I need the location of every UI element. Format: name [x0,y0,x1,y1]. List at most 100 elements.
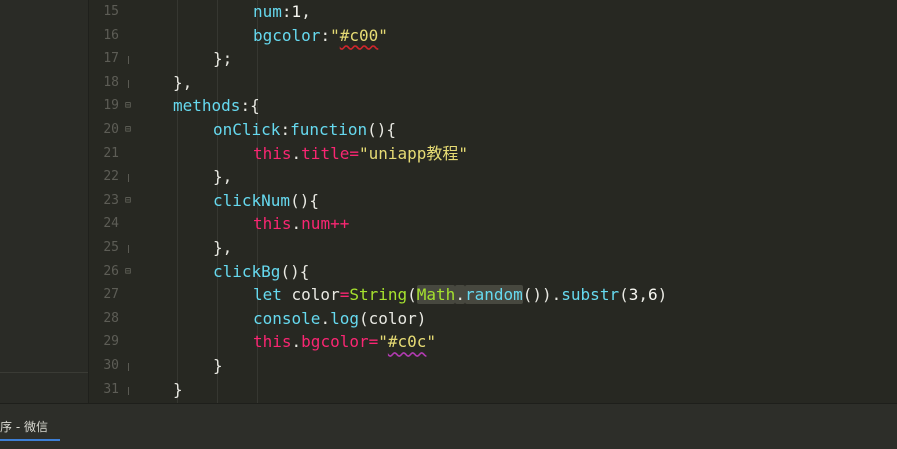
code-line[interactable]: 19 ⊟ methods:{ [89,94,897,118]
code-token: . [291,332,302,352]
code-text: methods:{ [173,94,260,118]
line-number: 21 [103,145,119,161]
code-line[interactable]: 20 ⊟ onClick:function(){ [89,118,897,142]
taskbar: 序 - 微信 [0,403,897,449]
code-line[interactable]: 25}, [89,236,897,260]
fold-end-marker [128,245,129,253]
code-token: , [638,285,648,305]
code-line[interactable]: 17}; [89,47,897,71]
code-token: } [173,379,183,399]
line-number: 23 [103,192,119,208]
code-token: }; [213,49,233,69]
code-token: let [253,285,292,305]
line-number: 31 [103,381,119,397]
code-token: ). [542,285,562,305]
code-editor[interactable]: 15 num:1, 16 bgcolor:"#c00" 17}; 18}, 19 ⊟ metho… [89,0,897,403]
line-number: 18 [103,74,119,90]
code-text: }; [213,47,232,71]
line-number: 28 [103,310,119,326]
line-number: 30 [103,358,119,373]
code-line[interactable]: 21 this.title="uniapp教程" [89,142,897,166]
line-number: 22 [103,169,119,185]
code-text: bgcolor:"#c00" [253,24,388,48]
code-line[interactable]: 15 num:1, [89,0,897,24]
code-line[interactable]: 26 ⊟ clickBg(){ [89,260,897,284]
fold-toggle-icon[interactable]: ⊟ [123,118,133,142]
code-token: 6 [648,285,658,305]
code-token: this [253,332,292,352]
code-token: 1 [291,2,302,21]
code-text: } [213,354,223,378]
code-line[interactable]: 27 let color=String(Math.random()).substr… [89,283,897,307]
code-token: }, [213,167,233,187]
code-token: Math [416,285,456,305]
line-number: 25 [103,240,119,255]
code-line[interactable]: 16 bgcolor:"#c00" [89,24,897,48]
code-text: }, [173,71,192,95]
code-token: bgcolor [253,25,321,45]
code-line[interactable]: 22}, [89,165,897,189]
line-number: 16 [103,27,119,43]
code-token: (){ [290,190,319,210]
project-sidebar[interactable] [0,0,89,403]
code-token: num [301,214,331,234]
fold-toggle-icon[interactable]: ⊟ [123,94,133,118]
line-number: 27 [103,287,119,303]
code-token: clickBg [213,261,281,281]
code-token: }, [173,72,193,92]
code-token: : [320,25,331,45]
code-line[interactable]: 18}, [89,71,897,95]
code-token: (color) [358,308,427,328]
fold-end-marker [128,363,129,371]
code-token: ( [407,285,417,305]
code-token: 3 [628,285,639,305]
code-token: onClick [213,120,281,139]
code-token: " [378,25,388,45]
code-token: substr [561,285,620,305]
code-token: = [368,332,379,352]
line-number: 15 [103,4,119,19]
code-token: color [291,285,340,305]
code-token: , [301,2,311,21]
line-number: 29 [103,334,119,350]
code-line[interactable]: 29 this.bgcolor="#c0c" [89,330,897,354]
code-token: . [291,143,302,163]
fold-end-marker [128,56,129,65]
code-token: ( [619,285,629,305]
active-task-indicator [0,439,60,441]
code-line[interactable]: 31} [89,378,897,402]
taskbar-item-wechat[interactable]: 序 - 微信 [0,418,48,435]
line-number: 20 [103,122,119,137]
code-token: function [290,120,368,139]
code-token: (){ [367,120,397,139]
code-token: " [330,25,340,45]
code-token: :{ [240,96,260,116]
code-text: }, [213,165,232,189]
fold-toggle-icon[interactable]: ⊟ [123,189,133,213]
fold-toggle-icon[interactable]: ⊟ [123,260,133,284]
code-token: " [378,332,388,352]
line-number: 17 [103,51,119,67]
code-line[interactable]: 28 console.log(color) [89,307,897,331]
code-token: ) [657,285,668,305]
code-token: "uniapp教程" [358,143,469,163]
code-token: } [213,356,223,375]
code-line[interactable]: 23 ⊟ clickNum(){ [89,189,897,213]
code-token: num [253,2,282,21]
code-line[interactable]: 30} [89,354,897,378]
code-token: . [320,308,331,328]
code-token: #c0c [387,332,427,352]
line-number: 19 [103,98,119,114]
code-token: . [291,214,302,234]
code-token: console [253,308,321,328]
code-token: bgcolor [301,332,369,352]
code-text: onClick:function(){ [213,118,396,142]
code-text: num:1, [253,0,311,24]
code-text: let color=String(Math.random()).substr(3… [253,283,667,307]
code-token: random [464,285,523,305]
code-token: . [455,285,465,305]
code-line[interactable]: 24 this.num++ [89,212,897,236]
line-number: 26 [103,263,119,279]
fold-end-marker [128,79,129,88]
code-token: : [280,120,291,139]
